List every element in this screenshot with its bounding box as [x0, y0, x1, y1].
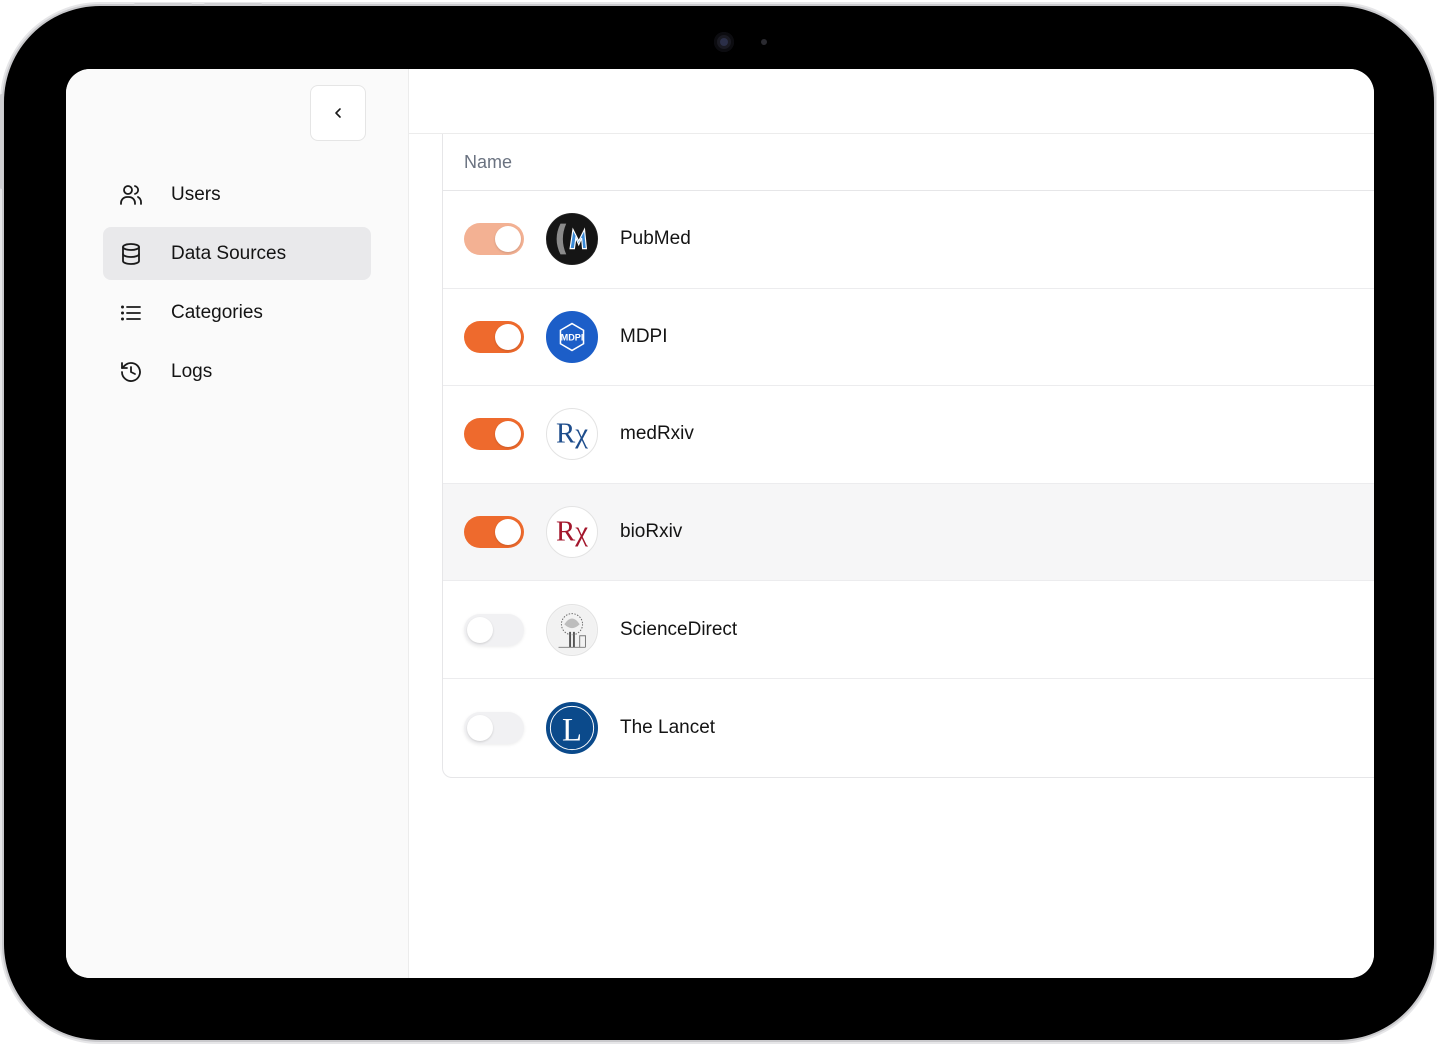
source-name: MDPI — [620, 325, 668, 347]
column-header-name[interactable]: Name — [464, 152, 512, 173]
sidebar-nav: Users Data Sources Categories Logs — [103, 168, 371, 404]
mdpi-logo-icon: MDPI — [546, 310, 598, 363]
collapse-sidebar-button[interactable] — [310, 85, 366, 141]
sidebar-item-categories[interactable]: Categories — [103, 286, 371, 339]
enable-toggle[interactable] — [464, 711, 524, 744]
sciencedirect-logo-icon — [546, 603, 598, 656]
table-row: PubMed — [443, 191, 1374, 289]
source-name: ScienceDirect — [620, 618, 738, 640]
table-header: Name — [443, 134, 1374, 191]
sidebar-item-logs[interactable]: Logs — [103, 345, 371, 398]
lancet-logo-icon: L — [546, 701, 598, 754]
table-row: ScienceDirect — [443, 581, 1374, 679]
toggle-knob — [495, 519, 521, 546]
toggle-knob — [467, 616, 493, 643]
enable-toggle[interactable] — [464, 320, 524, 353]
volume-button — [204, 3, 262, 6]
source-name: medRxiv — [620, 423, 694, 445]
table-row: MDPI MDPI — [443, 289, 1374, 387]
top-bar — [409, 69, 1374, 134]
enable-toggle[interactable] — [464, 418, 524, 451]
source-name: PubMed — [620, 228, 691, 250]
database-icon — [119, 242, 143, 266]
history-icon — [119, 360, 143, 384]
toggle-knob — [495, 421, 521, 448]
power-button — [0, 94, 3, 189]
svg-text:Rχ: Rχ — [556, 418, 588, 450]
chevron-left-icon — [335, 108, 341, 118]
biorxiv-logo-icon: Rχ — [546, 506, 598, 559]
sidebar-item-users[interactable]: Users — [103, 168, 371, 221]
svg-text:Rχ: Rχ — [556, 516, 588, 548]
pubmed-logo-icon — [546, 213, 598, 266]
sidebar-item-label: Users — [171, 183, 221, 205]
sidebar-item-label: Data Sources — [171, 242, 287, 264]
data-sources-table: Name PubMed MDPI MDPI Rχ medRxiv Rχ bioR… — [442, 134, 1374, 778]
toggle-knob — [495, 226, 521, 253]
table-row: L The Lancet — [443, 679, 1374, 777]
enable-toggle[interactable] — [464, 223, 524, 256]
medrxiv-logo-icon: Rχ — [546, 408, 598, 461]
toggle-knob — [467, 714, 493, 741]
sidebar-item-label: Logs — [171, 360, 213, 382]
list-icon — [119, 301, 143, 325]
volume-button — [134, 3, 192, 6]
app-screen: Users Data Sources Categories Logs Name … — [66, 69, 1374, 978]
main-content: Name PubMed MDPI MDPI Rχ medRxiv Rχ bioR… — [409, 69, 1374, 978]
camera-icon — [714, 32, 734, 52]
users-icon — [119, 183, 143, 207]
sidebar: Users Data Sources Categories Logs — [66, 69, 409, 978]
source-name: The Lancet — [620, 716, 716, 738]
sidebar-item-data-sources[interactable]: Data Sources — [103, 227, 371, 280]
source-name: bioRxiv — [620, 521, 683, 543]
enable-toggle[interactable] — [464, 613, 524, 646]
svg-text:MDPI: MDPI — [561, 332, 584, 342]
toggle-knob — [495, 323, 521, 350]
sensor-dot — [761, 39, 767, 45]
svg-text:L: L — [562, 712, 582, 748]
table-row: Rχ medRxiv — [443, 386, 1374, 484]
enable-toggle[interactable] — [464, 516, 524, 549]
sidebar-item-label: Categories — [171, 301, 263, 323]
table-row: Rχ bioRxiv — [443, 483, 1374, 582]
